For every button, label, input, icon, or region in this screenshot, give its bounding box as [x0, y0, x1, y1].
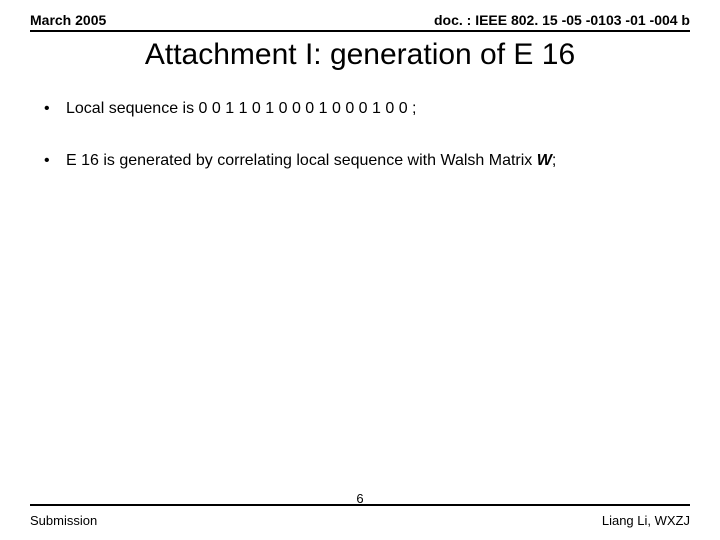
slide-content: • Local sequence is 0 0 1 1 0 1 0 0 0 1 … — [0, 72, 720, 171]
footer-right: Liang Li, WXZJ — [602, 513, 690, 528]
header-doc-id: doc. : IEEE 802. 15 -05 -0103 -01 -004 b — [434, 12, 690, 28]
footer-left: Submission — [30, 513, 97, 528]
bullet-text: E 16 is generated by correlating local s… — [66, 150, 556, 172]
slide-header: March 2005 doc. : IEEE 802. 15 -05 -0103… — [0, 0, 720, 30]
bullet-item: • E 16 is generated by correlating local… — [44, 150, 676, 172]
header-rule — [30, 30, 690, 32]
footer-rule — [30, 504, 690, 506]
header-date: March 2005 — [30, 12, 106, 28]
bullet-text-part: E 16 is generated by correlating local s… — [66, 152, 537, 169]
slide-footer: Submission Liang Li, WXZJ — [30, 513, 690, 528]
bullet-dot-icon: • — [44, 98, 66, 120]
walsh-matrix-symbol: W — [537, 152, 552, 169]
bullet-item: • Local sequence is 0 0 1 1 0 1 0 0 0 1 … — [44, 98, 676, 120]
bullet-text: Local sequence is 0 0 1 1 0 1 0 0 0 1 0 … — [66, 98, 416, 120]
bullet-dot-icon: • — [44, 150, 66, 172]
slide-title: Attachment I: generation of E 16 — [0, 38, 720, 72]
bullet-text-part: ; — [552, 152, 556, 169]
